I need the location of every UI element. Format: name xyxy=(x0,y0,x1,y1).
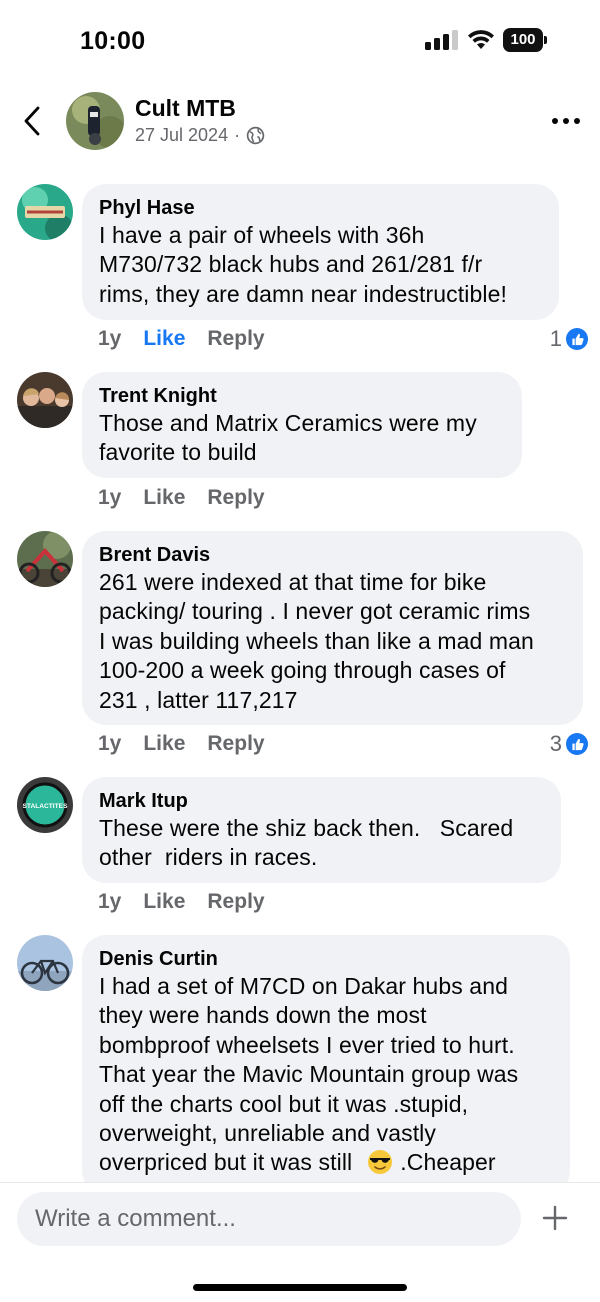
wifi-icon xyxy=(468,30,494,49)
comment-time: 1y xyxy=(98,732,122,755)
comment-time: 1y xyxy=(98,890,122,913)
comment-line: they were hands down the most xyxy=(99,1002,427,1029)
comment-line: off the charts cool but it was .stupid, xyxy=(99,1090,469,1117)
avatar[interactable] xyxy=(17,935,73,991)
comment-line: I have a pair of wheels with 36h xyxy=(99,222,425,248)
comment-line: I was building wheels than like a mad ma… xyxy=(99,627,534,654)
reply-button[interactable]: Reply xyxy=(207,327,264,351)
comment-line: favorite to build xyxy=(99,439,257,466)
page-avatar[interactable] xyxy=(66,92,124,150)
comment-line: M730/732 black hubs and 261/281 f/r xyxy=(99,251,483,278)
avatar[interactable] xyxy=(17,184,73,240)
avatar[interactable] xyxy=(17,531,73,587)
globe-icon xyxy=(246,126,265,145)
comment-line: 261 were indexed at that time for bike xyxy=(99,569,487,595)
comment-line: overweight, unreliable and vastly xyxy=(99,1120,436,1147)
comment-actions: 1y Like Reply xyxy=(98,486,265,510)
comment-actions: 1y Like Reply xyxy=(98,732,265,756)
comment-line: bombproof wheelsets I ever tried to hurt… xyxy=(99,1031,515,1058)
like-thumb-icon xyxy=(566,733,588,755)
comment-bubble[interactable]: Denis Curtin I had a set of M7CD on Daka… xyxy=(82,935,570,1195)
back-chevron-icon[interactable] xyxy=(20,104,44,138)
comment-bubble[interactable]: Mark Itup These were the shiz back then.… xyxy=(82,777,561,883)
like-thumb-icon xyxy=(566,328,588,350)
comment-line: I had a set of M7CD on Dakar hubs and xyxy=(99,973,508,999)
post-meta: 27 Jul 2024 · xyxy=(135,125,265,146)
comment-line: other riders in races. xyxy=(99,844,318,871)
comment-actions: 1y Like Reply xyxy=(98,890,265,914)
comment-bubble[interactable]: Trent Knight Those and Matrix Ceramics w… xyxy=(82,372,522,478)
avatar[interactable]: STALACTITES xyxy=(17,777,73,833)
comment-bubble[interactable]: Brent Davis 261 were indexed at that tim… xyxy=(82,531,583,725)
comment-line: overpriced but it was still .Cheaper xyxy=(99,1148,553,1177)
sunglasses-emoji-icon xyxy=(367,1150,392,1175)
comment-composer xyxy=(0,1182,600,1302)
comment-line: rims, they are damn near indestructible! xyxy=(99,280,507,307)
comment-author[interactable]: Brent Davis xyxy=(99,542,566,568)
like-button[interactable]: Like xyxy=(143,327,185,351)
comment-line-text: .Cheaper xyxy=(400,1149,496,1176)
battery-icon: 100 xyxy=(503,28,547,52)
signal-icon xyxy=(425,30,459,50)
comment-line: Those and Matrix Ceramics were my xyxy=(99,410,477,436)
like-button[interactable]: Like xyxy=(143,732,185,756)
comment-line-text: overpriced but it was still xyxy=(99,1149,353,1176)
svg-text:STALACTITES: STALACTITES xyxy=(23,803,69,810)
comment-line: That year the Mavic Mountain group was xyxy=(99,1061,519,1088)
comment-line: 231 , latter 117,217 xyxy=(99,686,298,713)
comment-line: 100-200 a week going through cases of xyxy=(99,657,506,684)
comment-bubble[interactable]: Phyl Hase I have a pair of wheels with 3… xyxy=(82,184,559,320)
comment-line: packing/ touring . I never got ceramic r… xyxy=(99,598,531,625)
reply-button[interactable]: Reply xyxy=(207,732,264,756)
reply-button[interactable]: Reply xyxy=(207,486,264,510)
comment-author[interactable]: Phyl Hase xyxy=(99,195,542,221)
reaction-number: 1 xyxy=(549,326,562,351)
post-header: Cult MTB 27 Jul 2024 · xyxy=(0,80,600,162)
status-time: 10:00 xyxy=(80,27,146,55)
more-dots-icon[interactable] xyxy=(551,117,581,125)
comment-input[interactable] xyxy=(17,1192,521,1246)
comment-time: 1y xyxy=(98,327,122,350)
comment-author[interactable]: Trent Knight xyxy=(99,383,505,409)
post-date: 27 Jul 2024 xyxy=(135,125,229,145)
home-indicator[interactable] xyxy=(193,1284,407,1291)
reaction-count[interactable]: 3 xyxy=(550,731,588,757)
comment-actions: 1y Like Reply xyxy=(98,327,265,351)
page-name[interactable]: Cult MTB xyxy=(135,95,236,122)
plus-icon[interactable] xyxy=(542,1205,568,1231)
like-button[interactable]: Like xyxy=(143,890,185,914)
meta-separator: · xyxy=(234,125,241,145)
avatar[interactable] xyxy=(17,372,73,428)
reaction-number: 3 xyxy=(549,731,562,756)
reaction-count[interactable]: 1 xyxy=(550,326,588,352)
comment-time: 1y xyxy=(98,486,122,509)
battery-level: 100 xyxy=(503,28,543,52)
reply-button[interactable]: Reply xyxy=(207,890,264,914)
comment-author[interactable]: Mark Itup xyxy=(99,788,544,814)
status-bar: 10:00 100 xyxy=(0,0,600,80)
like-button[interactable]: Like xyxy=(143,486,185,510)
comment-author[interactable]: Denis Curtin xyxy=(99,946,553,972)
comment-line: These were the shiz back then. Scared xyxy=(99,815,514,841)
